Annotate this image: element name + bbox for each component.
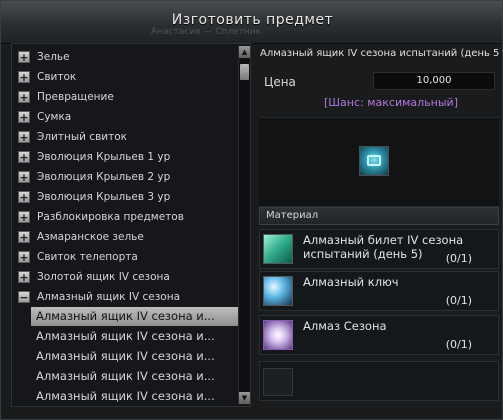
material-row: Алмазный ключ (0/1) [259, 271, 499, 311]
category-label: Эволюция Крыльев 3 ур [37, 191, 171, 203]
category-label: Золотой ящик IV сезона [37, 271, 170, 283]
material-row: Алмаз Сезона (0/1) [259, 315, 499, 355]
category-bag[interactable]: + Сумка [18, 108, 238, 126]
category-teleport-scroll[interactable]: + Свиток телепорта [18, 248, 238, 266]
material-count: (0/1) [445, 252, 472, 265]
scroll-up-icon[interactable]: ▲ [239, 46, 250, 58]
category-scroll[interactable]: + Свиток [18, 68, 238, 86]
expand-icon[interactable]: + [18, 271, 30, 283]
material-row: Алмазный билет IV сезона испытаний (день… [259, 229, 499, 269]
category-azmaran-potion[interactable]: + Азмаранское зелье [18, 228, 238, 246]
category-potion[interactable]: + Зелье [18, 48, 238, 66]
category-wings-evolution-2[interactable]: + Эволюция Крыльев 2 ур [18, 168, 238, 186]
scroll-thumb[interactable] [240, 64, 249, 80]
category-wings-evolution-3[interactable]: + Эволюция Крыльев 3 ур [18, 188, 238, 206]
category-item-unlock[interactable]: + Разблокировка предметов [18, 208, 238, 226]
recipe-item[interactable]: Алмазный ящик IV сезона и... [31, 367, 243, 386]
empty-slot [263, 368, 293, 396]
price-value: 10,000 [373, 72, 495, 90]
materials-header: Материал [259, 207, 499, 225]
material-name: Алмазный ключ [303, 275, 399, 289]
expand-icon[interactable]: + [18, 131, 30, 143]
category-elite-scroll[interactable]: + Элитный свиток [18, 128, 238, 146]
collapse-icon[interactable]: − [18, 291, 30, 303]
material-name: Алмаз Сезона [303, 319, 387, 333]
material-row-empty [259, 361, 499, 401]
craft-window: Анастасия — Сплетник Изготовить предмет … [0, 0, 503, 420]
category-wings-evolution-1[interactable]: + Эволюция Крыльев 1 ур [18, 148, 238, 166]
window-title: Изготовить предмет [171, 12, 334, 28]
recipe-item[interactable]: Алмазный ящик IV сезона и... [31, 387, 243, 406]
category-label: Свиток [37, 71, 77, 83]
expand-icon[interactable]: + [18, 151, 30, 163]
scroll-down-icon[interactable]: ▼ [239, 392, 250, 404]
category-label: Свиток телепорта [37, 251, 138, 263]
list-scrollbar[interactable]: ▲ ▼ [238, 46, 250, 404]
category-transformation[interactable]: + Превращение [18, 88, 238, 106]
product-preview [259, 117, 499, 207]
category-label: Элитный свиток [37, 131, 127, 143]
category-label: Азмаранское зелье [37, 231, 144, 243]
key-icon[interactable] [263, 276, 293, 306]
category-diamond-box[interactable]: − Алмазный ящик IV сезона [18, 288, 238, 306]
recipe-item[interactable]: Алмазный ящик IV сезона и... [31, 327, 243, 346]
category-label: Превращение [37, 91, 114, 103]
recipe-item-selected[interactable]: Алмазный ящик IV сезона и... [31, 307, 243, 326]
category-label: Зелье [37, 51, 70, 63]
category-label: Сумка [37, 111, 72, 123]
category-label: Эволюция Крыльев 1 ур [37, 151, 171, 163]
category-gold-box[interactable]: + Золотой ящик IV сезона [18, 268, 238, 286]
category-label: Алмазный ящик IV сезона [37, 291, 181, 303]
expand-icon[interactable]: + [18, 71, 30, 83]
expand-icon[interactable]: + [18, 191, 30, 203]
expand-icon[interactable]: + [18, 111, 30, 123]
success-chance: [Шанс: максимальный] [324, 96, 458, 109]
recipe-list: + Зелье + Свиток + Превращение + Сумка +… [11, 43, 251, 407]
price-label: Цена [264, 75, 296, 89]
expand-icon[interactable]: + [18, 51, 30, 63]
material-count: (0/1) [445, 294, 472, 307]
expand-icon[interactable]: + [18, 231, 30, 243]
expand-icon[interactable]: + [18, 211, 30, 223]
title-bar[interactable]: Анастасия — Сплетник Изготовить предмет [1, 1, 502, 44]
expand-icon[interactable]: + [18, 171, 30, 183]
recipe-detail: Алмазный ящик IV сезона испытаний (день … [256, 43, 501, 407]
diamond-icon[interactable] [263, 320, 293, 350]
expand-icon[interactable]: + [18, 91, 30, 103]
recipe-item[interactable]: Алмазный ящик IV сезона и... [31, 347, 243, 366]
ticket-icon[interactable] [263, 234, 293, 264]
diamond-chest-icon[interactable] [359, 146, 389, 176]
item-name: Алмазный ящик IV сезона испытаний (день … [260, 48, 500, 59]
material-count: (0/1) [445, 338, 472, 351]
background-ghost-text: Анастасия — Сплетник [151, 27, 262, 37]
expand-icon[interactable]: + [18, 251, 30, 263]
category-label: Разблокировка предметов [37, 211, 184, 223]
category-label: Эволюция Крыльев 2 ур [37, 171, 171, 183]
